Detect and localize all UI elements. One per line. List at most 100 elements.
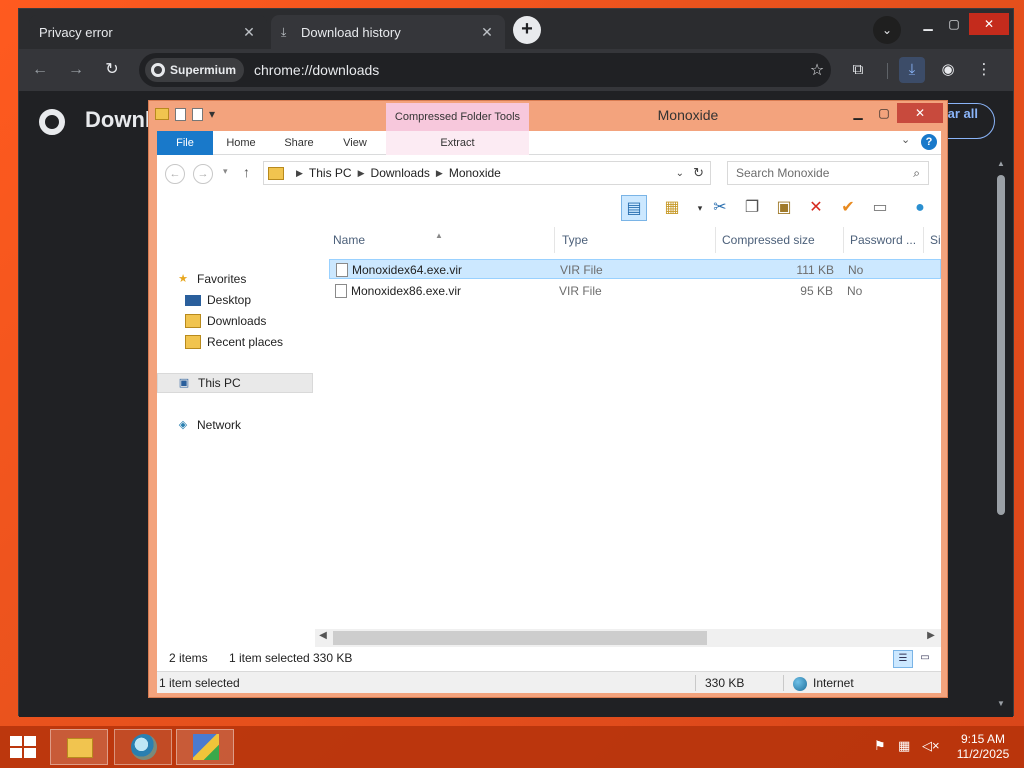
file-row[interactable]: Monoxidex64.exe.vir VIR File 111 KB No bbox=[329, 259, 941, 279]
maximize-button[interactable]: ▢ bbox=[941, 13, 967, 35]
tab-close-icon[interactable]: ✕ bbox=[241, 24, 257, 41]
forward-button[interactable]: → bbox=[193, 164, 213, 184]
scroll-up-arrow-icon[interactable]: ▲ bbox=[995, 159, 1007, 168]
help-icon[interactable]: ? bbox=[921, 134, 937, 150]
folder-options-icon[interactable]: ▦ bbox=[659, 195, 685, 221]
delete-x-icon[interactable]: ✕ bbox=[803, 195, 829, 221]
address-dropdown-icon[interactable]: ⌄ bbox=[676, 168, 684, 179]
back-arrow-icon[interactable]: ← bbox=[27, 57, 53, 83]
search-icon[interactable]: ⌕ bbox=[913, 162, 920, 184]
nav-this-pc[interactable]: ▣ This PC bbox=[157, 373, 313, 393]
network-status-icon[interactable]: ▦ bbox=[898, 738, 910, 754]
computer-icon: ▣ bbox=[178, 377, 190, 389]
tab-download-history[interactable]: ⤓ Download history ✕ bbox=[271, 15, 505, 49]
scroll-right-arrow-icon[interactable]: ▶ bbox=[923, 630, 939, 641]
zone-label: Internet bbox=[813, 676, 854, 690]
large-icons-view-icon[interactable]: ▭ bbox=[915, 650, 935, 668]
chevron-right-icon[interactable]: ▶ bbox=[436, 168, 443, 179]
nav-network[interactable]: ◈ Network bbox=[175, 415, 331, 435]
scrollbar-thumb[interactable] bbox=[333, 631, 707, 645]
checkmark-icon[interactable]: ✔ bbox=[835, 195, 861, 221]
new-folder-icon[interactable] bbox=[192, 107, 203, 121]
explorer-maximize-button[interactable]: ▢ bbox=[871, 103, 897, 123]
search-input[interactable]: Search Monoxide ⌕ bbox=[727, 161, 929, 185]
ribbon-tab-view[interactable]: View bbox=[329, 131, 381, 155]
bookmark-star-icon[interactable]: ☆ bbox=[803, 60, 831, 80]
column-header-size[interactable]: Si bbox=[924, 227, 941, 253]
new-tab-button[interactable]: + bbox=[513, 16, 541, 44]
explorer-address-bar[interactable]: ▶ This PC ▶ Downloads ▶ Monoxide ⌄ ↻ bbox=[263, 161, 711, 185]
page-scrollbar[interactable]: ▲ ▼ bbox=[995, 159, 1007, 711]
downloads-icon[interactable]: ⤓ bbox=[899, 57, 925, 83]
column-header-password[interactable]: Password ... bbox=[844, 227, 924, 253]
tab-search-button[interactable]: ⌄ bbox=[873, 16, 901, 44]
back-button[interactable]: ← bbox=[165, 164, 185, 184]
explorer-titlebar[interactable]: ▾ Compressed Folder Tools Monoxide ▁ ▢ ✕ bbox=[149, 101, 947, 131]
page-title: Downl bbox=[85, 107, 151, 132]
chevron-right-icon[interactable]: ▶ bbox=[296, 168, 303, 179]
action-center-flag-icon[interactable]: ⚑ bbox=[874, 738, 886, 754]
ribbon-tabs: File Home Share View Extract ⌄ ? bbox=[157, 131, 941, 155]
ribbon-tab-share[interactable]: Share bbox=[269, 131, 329, 155]
file-icon bbox=[335, 284, 347, 298]
rename-icon[interactable]: ▭ bbox=[867, 195, 893, 221]
profile-icon[interactable]: ◉ bbox=[935, 57, 961, 83]
column-header-compressed-size[interactable]: Compressed size bbox=[716, 227, 844, 253]
forward-arrow-icon[interactable]: → bbox=[63, 57, 89, 83]
chat-bubble-icon[interactable]: ● bbox=[907, 195, 933, 221]
scroll-left-arrow-icon[interactable]: ◀ bbox=[315, 630, 331, 641]
ribbon-tab-extract[interactable]: Extract bbox=[386, 131, 529, 155]
file-row[interactable]: Monoxidex86.exe.vir VIR File 95 KB No bbox=[329, 281, 941, 301]
taskbar-archive-tool[interactable] bbox=[176, 729, 234, 765]
nav-favorites[interactable]: ★ Favorites bbox=[175, 269, 331, 289]
taskbar-file-explorer[interactable] bbox=[50, 729, 108, 765]
recent-locations-dropdown-icon[interactable]: ▾ bbox=[223, 166, 228, 177]
tab-privacy-error[interactable]: Privacy error ✕ bbox=[29, 15, 267, 49]
reload-icon[interactable]: ↻ bbox=[99, 57, 125, 83]
qat-dropdown-icon[interactable]: ▾ bbox=[209, 107, 215, 121]
star-icon: ★ bbox=[178, 273, 188, 285]
breadcrumb-this-pc[interactable]: This PC bbox=[309, 166, 352, 180]
nav-recent-places[interactable]: Recent places bbox=[185, 332, 341, 352]
ribbon-expand-chevron-icon[interactable]: ⌄ bbox=[901, 133, 910, 146]
properties-icon[interactable] bbox=[175, 107, 186, 121]
volume-muted-icon[interactable]: ◁× bbox=[922, 738, 940, 754]
copy-icon[interactable]: ❐ bbox=[739, 195, 765, 221]
column-header-type[interactable]: Type bbox=[556, 227, 716, 253]
up-arrow-icon[interactable]: ↑ bbox=[243, 164, 250, 180]
scrollbar-thumb[interactable] bbox=[997, 175, 1005, 515]
downloads-folder-icon bbox=[185, 314, 201, 328]
cut-scissors-icon[interactable]: ✂ bbox=[707, 195, 733, 221]
refresh-icon[interactable]: ↻ bbox=[693, 165, 704, 181]
site-info-chip[interactable]: Supermium bbox=[145, 58, 245, 82]
tab-close-icon[interactable]: ✕ bbox=[479, 24, 495, 41]
menu-kebab-icon[interactable]: ⋮ bbox=[971, 57, 997, 83]
security-zone: Internet bbox=[793, 672, 854, 694]
quick-access-toolbar: ▾ bbox=[155, 107, 215, 121]
extensions-puzzle-icon[interactable]: ⧉ bbox=[845, 57, 871, 83]
details-view-icon[interactable]: ☰ bbox=[893, 650, 913, 668]
address-bar[interactable]: Supermium chrome://downloads ☆ bbox=[139, 53, 831, 87]
close-button[interactable]: ✕ bbox=[969, 13, 1009, 35]
breadcrumb-monoxide[interactable]: Monoxide bbox=[449, 166, 501, 180]
column-header-name[interactable]: Name ▲ bbox=[327, 227, 555, 253]
system-clock[interactable]: 9:15 AM 11/2/2025 bbox=[948, 732, 1018, 762]
ribbon-tab-home[interactable]: Home bbox=[213, 131, 269, 155]
windows-start-icon[interactable] bbox=[10, 736, 38, 760]
preview-pane-icon[interactable]: ▤ bbox=[621, 195, 647, 221]
selection-status: 1 item selected bbox=[229, 651, 310, 665]
window-title: Monoxide bbox=[657, 107, 719, 123]
minimize-button[interactable]: ▁ bbox=[915, 13, 941, 35]
explorer-close-button[interactable]: ✕ bbox=[897, 103, 943, 123]
ribbon-tab-file[interactable]: File bbox=[157, 131, 213, 155]
chevron-right-icon[interactable]: ▶ bbox=[358, 168, 365, 179]
paste-clipboard-icon[interactable]: ▣ bbox=[771, 195, 797, 221]
explorer-minimize-button[interactable]: ▁ bbox=[845, 103, 871, 123]
nav-downloads[interactable]: Downloads bbox=[185, 311, 341, 331]
horizontal-scrollbar[interactable]: ◀ ▶ bbox=[315, 629, 941, 647]
scroll-down-arrow-icon[interactable]: ▼ bbox=[995, 699, 1007, 708]
nav-desktop[interactable]: Desktop bbox=[185, 290, 341, 310]
archive-tool-icon bbox=[193, 734, 219, 760]
breadcrumb-downloads[interactable]: Downloads bbox=[371, 166, 430, 180]
taskbar-browser[interactable] bbox=[114, 729, 172, 765]
